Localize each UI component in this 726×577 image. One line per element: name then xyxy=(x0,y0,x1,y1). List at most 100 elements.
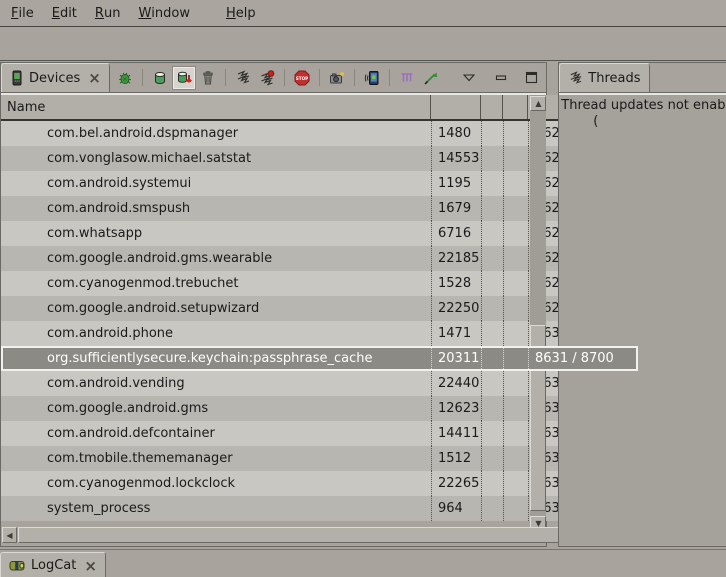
devices-table: Name com.bel.android.dspmanager14808621c… xyxy=(1,93,546,546)
menu-window[interactable]: Window xyxy=(129,0,199,26)
tab-logcat[interactable]: LogCat × xyxy=(0,552,106,577)
empty-cell xyxy=(503,346,528,371)
process-name: org.sufficientlysecure.keychain:passphra… xyxy=(1,346,431,371)
empty-cell xyxy=(481,471,503,496)
maximize-icon[interactable] xyxy=(520,67,542,89)
process-pid: 964 xyxy=(431,496,481,521)
menu-edit[interactable]: Edit xyxy=(43,0,86,26)
table-row[interactable]: org.sufficientlysecure.keychain:passphra… xyxy=(1,346,638,371)
view-menu-icon[interactable] xyxy=(458,67,480,89)
dump-view-hierarchy-icon[interactable] xyxy=(396,67,418,89)
toolbar-separator xyxy=(225,69,226,86)
scroll-up-icon[interactable]: ▲ xyxy=(530,96,546,111)
empty-cell xyxy=(503,421,528,446)
process-name: com.cyanogenmod.trebuchet xyxy=(1,271,431,296)
stop-icon[interactable]: STOP xyxy=(291,67,313,89)
close-icon[interactable]: × xyxy=(84,560,97,572)
empty-cell xyxy=(481,446,503,471)
scroll-left-icon[interactable]: ◀ xyxy=(2,527,17,543)
process-pid: 12623 xyxy=(431,396,481,421)
phone-icon xyxy=(10,70,24,86)
tab-devices[interactable]: Devices × xyxy=(1,63,110,92)
tab-devices-label: Devices xyxy=(29,71,80,86)
close-icon[interactable]: × xyxy=(88,72,101,84)
process-pid: 1679 xyxy=(431,196,481,221)
threads-tabbar: Threads xyxy=(559,63,726,93)
toolbar-separator xyxy=(389,69,390,86)
empty-cell xyxy=(481,171,503,196)
process-name: com.vonglasow.michael.satstat xyxy=(1,146,431,171)
empty-cell xyxy=(481,196,503,221)
vertical-scrollbar[interactable]: ▲ ▼ xyxy=(530,95,546,531)
empty-cell xyxy=(481,246,503,271)
tab-threads-label: Threads xyxy=(588,71,640,86)
empty-cell xyxy=(503,121,528,146)
update-threads-icon[interactable] xyxy=(232,67,254,89)
main-toolbar-empty xyxy=(0,27,726,61)
empty-cell xyxy=(481,496,503,521)
column-header-name[interactable]: Name xyxy=(1,95,431,119)
empty-cell xyxy=(481,346,503,371)
column-header-empty[interactable] xyxy=(503,95,528,119)
empty-cell xyxy=(503,171,528,196)
empty-cell xyxy=(503,196,528,221)
process-pid: 14553 xyxy=(431,146,481,171)
logcat-panel: LogCat × xyxy=(0,549,726,577)
menu-help[interactable]: Help xyxy=(217,0,265,26)
empty-cell xyxy=(481,221,503,246)
debug-icon[interactable] xyxy=(114,67,136,89)
devices-panel: Devices × xyxy=(0,62,547,547)
empty-cell xyxy=(503,146,528,171)
tab-threads[interactable]: Threads xyxy=(559,63,649,92)
horizontal-scrollbar[interactable]: ◀ ▶ xyxy=(2,527,638,543)
dump-hprof-icon[interactable] xyxy=(173,67,195,89)
threads-panel: Threads Thread updates not enabled ( xyxy=(558,62,726,547)
threads-content: Thread updates not enabled ( xyxy=(559,93,726,544)
empty-cell xyxy=(481,321,503,346)
svg-text:STOP: STOP xyxy=(296,75,309,80)
threads-message-line1: Thread updates not enabled xyxy=(561,98,724,114)
update-heap-icon[interactable] xyxy=(149,67,171,89)
rotate-screen-icon[interactable] xyxy=(361,67,383,89)
process-name: com.google.android.setupwizard xyxy=(1,296,431,321)
empty-cell xyxy=(481,121,503,146)
process-pid: 1528 xyxy=(431,271,481,296)
process-name: com.bel.android.dspmanager xyxy=(1,121,431,146)
empty-cell xyxy=(481,421,503,446)
process-name: com.android.smspush xyxy=(1,196,431,221)
empty-cell xyxy=(481,296,503,321)
cause-gc-icon[interactable] xyxy=(197,67,219,89)
process-name: com.android.defcontainer xyxy=(1,421,431,446)
menu-file[interactable]: File xyxy=(2,0,43,26)
column-header-pid[interactable] xyxy=(431,95,481,119)
process-name: com.google.android.gms xyxy=(1,396,431,421)
process-port: 8631 / 8700 xyxy=(528,346,638,371)
empty-cell xyxy=(481,371,503,396)
empty-cell xyxy=(481,396,503,421)
start-method-profiling-icon[interactable] xyxy=(256,67,278,89)
process-name: com.android.vending xyxy=(1,371,431,396)
empty-cell xyxy=(503,496,528,521)
minimize-icon[interactable] xyxy=(490,67,512,89)
empty-cell xyxy=(503,246,528,271)
screen-capture-icon[interactable] xyxy=(326,67,348,89)
devices-view-toolbar: STOP xyxy=(114,63,546,92)
process-name: com.cyanogenmod.lockclock xyxy=(1,471,431,496)
empty-cell xyxy=(481,271,503,296)
threads-icon xyxy=(568,71,583,86)
empty-cell xyxy=(503,396,528,421)
systrace-icon[interactable] xyxy=(420,67,442,89)
process-name: com.whatsapp xyxy=(1,221,431,246)
column-header-empty[interactable] xyxy=(481,95,503,119)
process-pid: 1195 xyxy=(431,171,481,196)
menu-run[interactable]: Run xyxy=(86,0,130,26)
process-pid: 6716 xyxy=(431,221,481,246)
horizontal-scrollbar-thumb[interactable] xyxy=(18,527,619,543)
process-name: com.google.android.gms.wearable xyxy=(1,246,431,271)
logcat-icon xyxy=(9,558,26,573)
toolbar-separator xyxy=(354,69,355,86)
process-pid: 20311 xyxy=(431,346,481,371)
process-pid: 14411 xyxy=(431,421,481,446)
threads-message-line2: ( xyxy=(561,114,724,130)
process-name: com.tmobile.thememanager xyxy=(1,446,431,471)
